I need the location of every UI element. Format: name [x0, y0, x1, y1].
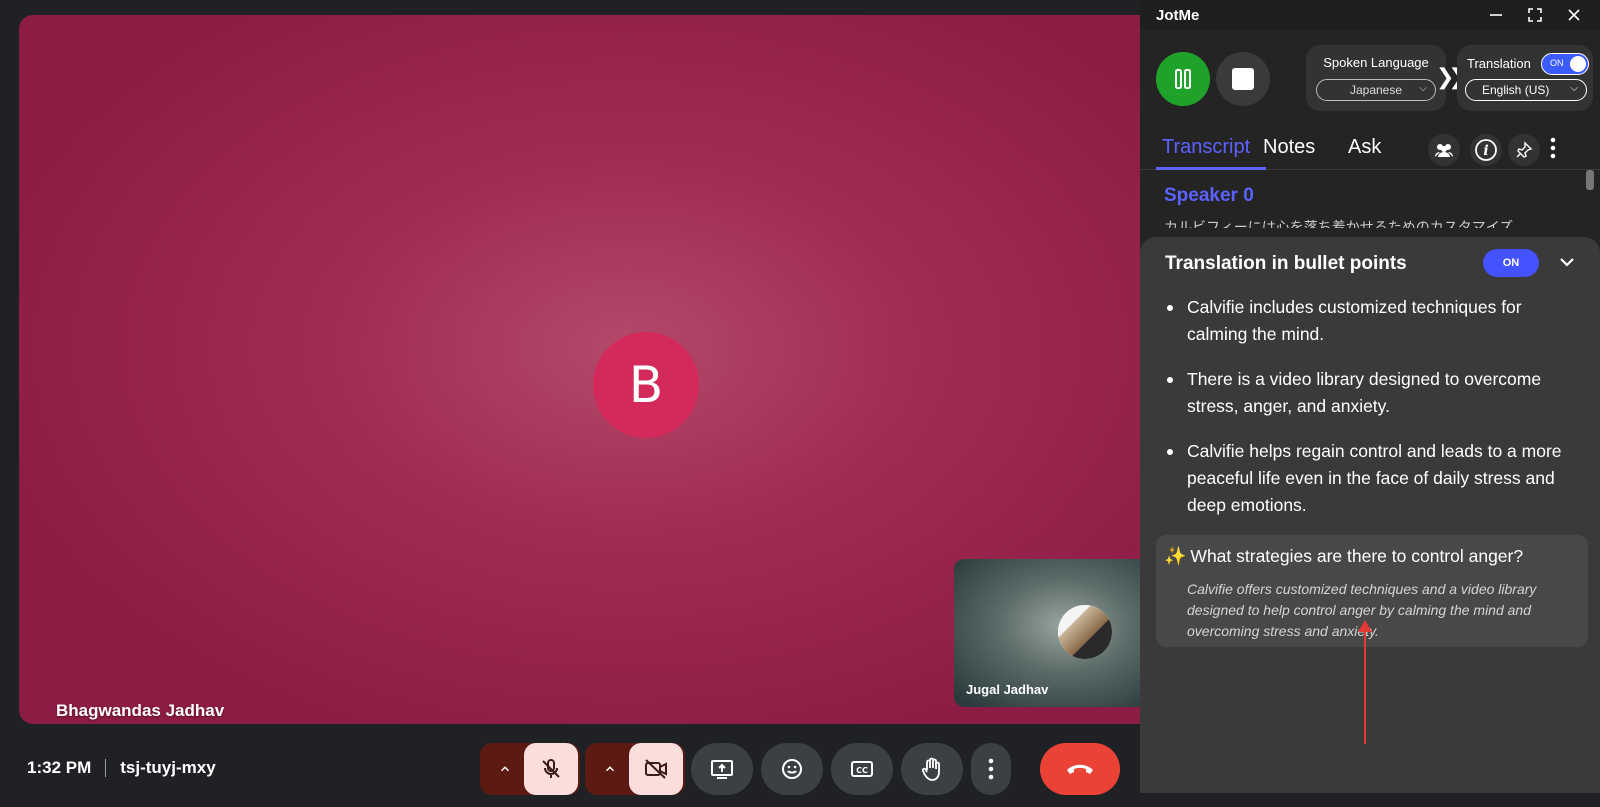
spoken-language-select[interactable]: Japanese ⌵ [1316, 79, 1436, 101]
bullet-toggle[interactable]: ON [1483, 249, 1539, 277]
transcript-scrollbar[interactable] [1586, 170, 1594, 190]
bullet-points-sheet: Translation in bullet points ON Calvifie… [1140, 237, 1600, 793]
more-vertical-icon [988, 758, 994, 780]
mic-off-icon [542, 758, 560, 778]
minimize-icon [1490, 14, 1502, 16]
meeting-area: B Bhagwandas Jadhav Jugal Jadhav 1:32 PM… [0, 0, 1235, 807]
svg-text:CC: CC [856, 766, 868, 775]
participants-button[interactable] [1428, 134, 1460, 166]
translation-card: Translation ON English (US) ⌵ [1457, 45, 1593, 111]
meeting-code: tsj-tuyj-mxy [120, 758, 216, 777]
title-bar: JotMe [1140, 0, 1600, 30]
present-screen-icon [711, 760, 733, 779]
end-call-button[interactable] [1040, 743, 1120, 795]
tab-ask[interactable]: Ask [1348, 136, 1381, 159]
more-options-button[interactable] [971, 743, 1011, 795]
spoken-language-label: Spoken Language [1323, 55, 1429, 70]
stop-recording-button[interactable] [1216, 52, 1270, 106]
meeting-time: 1:32 PM [27, 758, 92, 777]
bullet-item: Calvifie includes customized techniques … [1165, 294, 1585, 348]
translation-toggle[interactable]: ON [1541, 53, 1589, 75]
close-button[interactable] [1562, 4, 1586, 26]
collapse-button[interactable] [1554, 249, 1580, 275]
translation-language-select[interactable]: English (US) ⌵ [1465, 79, 1587, 101]
mic-toggle-button[interactable] [524, 743, 578, 795]
raise-hand-button[interactable] [901, 743, 963, 795]
expand-icon [1528, 8, 1542, 22]
question-text: What strategies are there to control ang… [1190, 546, 1524, 566]
annotation-arrow-line [1364, 628, 1366, 744]
spoken-language-card: Spoken Language Japanese ⌵ [1306, 45, 1446, 111]
participant-name: Bhagwandas Jadhav [56, 701, 225, 720]
sheet-title: Translation in bullet points [1165, 253, 1407, 274]
hang-up-icon [1067, 764, 1093, 774]
bullet-item: There is a video library designed to ove… [1165, 366, 1585, 420]
emoji-icon [782, 759, 802, 779]
present-button[interactable] [691, 743, 753, 795]
tab-notes[interactable]: Notes [1263, 136, 1315, 159]
minimize-button[interactable] [1484, 4, 1508, 26]
info-icon: i [1475, 139, 1497, 161]
meeting-info: 1:32 PM tsj-tuyj-mxy [27, 758, 216, 778]
camera-off-icon [645, 759, 667, 779]
translation-toggle-label: ON [1550, 58, 1564, 68]
ai-answer: Calvifie offers customized techniques an… [1187, 581, 1537, 639]
captions-button[interactable]: CC [831, 743, 893, 795]
toggle-knob [1570, 56, 1586, 72]
divider [105, 759, 107, 777]
transcript-text: カルビフィーには心を落ち着かせるためのカスタマイズ [1164, 219, 1514, 228]
chevron-down-icon: ⌵ [1419, 83, 1427, 94]
chevron-up-icon [500, 766, 510, 772]
sparkle-icon: ✨ [1164, 546, 1187, 566]
chevron-up-icon [605, 766, 615, 772]
pause-recording-button[interactable] [1156, 52, 1210, 106]
bullet-list: Calvifie includes customized techniques … [1165, 294, 1585, 537]
closed-captions-icon: CC [851, 761, 873, 777]
participant-avatar: B [593, 332, 699, 438]
chevron-down-icon: ⌵ [1570, 83, 1578, 94]
camera-toggle-button[interactable] [629, 743, 683, 795]
pin-icon [1516, 141, 1533, 158]
ai-question: ✨ What strategies are there to control a… [1164, 546, 1523, 567]
panel-more-button[interactable] [1548, 137, 1558, 163]
camera-options-button[interactable] [588, 743, 632, 795]
people-icon [1435, 144, 1453, 157]
svg-text:i: i [1483, 143, 1488, 159]
jotme-panel: JotMe Spoken Language Japanese ⌵ ❯❯ Tran… [1140, 0, 1600, 793]
maximize-button[interactable] [1523, 4, 1547, 26]
pin-button[interactable] [1508, 134, 1540, 166]
chevron-down-icon [1560, 258, 1574, 267]
mic-options-button[interactable] [483, 743, 527, 795]
active-tab-indicator [1156, 167, 1266, 170]
pause-icon [1175, 69, 1191, 89]
app-title: JotMe [1156, 7, 1200, 24]
speaker-label: Speaker 0 [1164, 185, 1254, 206]
translation-label: Translation [1467, 56, 1531, 71]
self-avatar [1058, 605, 1112, 659]
hand-icon [921, 757, 940, 781]
close-icon [1568, 9, 1580, 21]
translation-language-value: English (US) [1482, 83, 1550, 97]
tab-transcript[interactable]: Transcript [1162, 136, 1250, 159]
spoken-language-value: Japanese [1349, 83, 1403, 97]
info-button[interactable]: i [1470, 134, 1502, 166]
ai-question-card[interactable]: ✨ What strategies are there to control a… [1156, 535, 1588, 647]
emoji-button[interactable] [761, 743, 823, 795]
bullet-item: Calvifie helps regain control and leads … [1165, 438, 1585, 519]
stop-icon [1232, 68, 1254, 90]
more-vertical-icon [1550, 137, 1556, 159]
self-name: Jugal Jadhav [966, 682, 1049, 697]
